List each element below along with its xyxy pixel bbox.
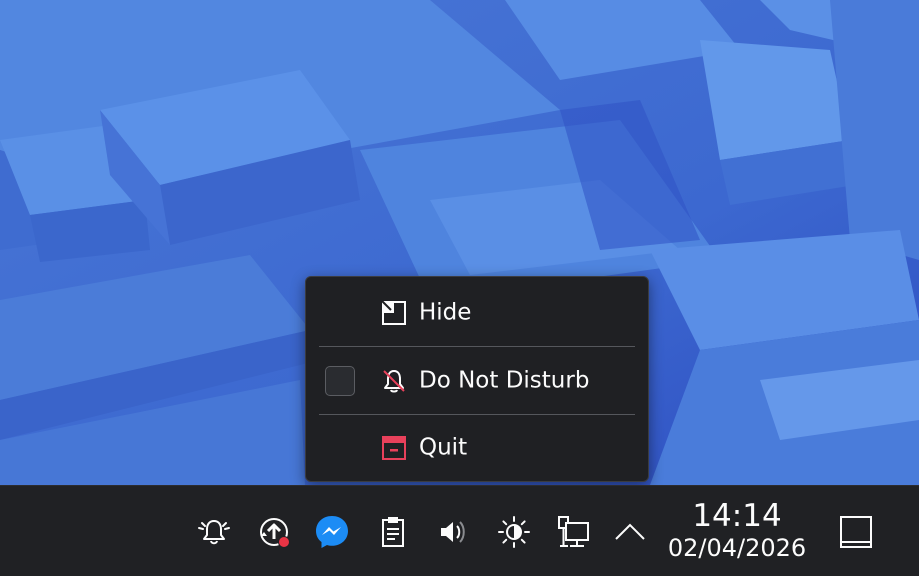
clipboard-icon[interactable] bbox=[373, 512, 413, 552]
quit-application-icon bbox=[380, 434, 408, 462]
bell-off-icon bbox=[380, 367, 408, 395]
hide-window-icon bbox=[380, 299, 408, 327]
clock-date: 02/04/2026 bbox=[667, 534, 807, 562]
taskbar-panel: 14:14 02/04/2026 bbox=[0, 485, 919, 576]
show-desktop-icon[interactable] bbox=[836, 512, 876, 552]
tray-context-menu: Hide Do Not Disturb Quit bbox=[305, 276, 649, 482]
menu-item-label: Quit bbox=[419, 434, 468, 461]
menu-item-quit[interactable]: Quit bbox=[306, 420, 648, 476]
menu-item-label: Do Not Disturb bbox=[419, 367, 590, 394]
menu-item-hide[interactable]: Hide bbox=[306, 285, 648, 341]
menu-item-do-not-disturb[interactable]: Do Not Disturb bbox=[306, 353, 648, 409]
menu-item-label: Hide bbox=[419, 299, 472, 326]
do-not-disturb-checkbox[interactable] bbox=[325, 366, 355, 396]
volume-icon[interactable] bbox=[433, 512, 473, 552]
menu-separator bbox=[319, 414, 635, 415]
clock-time: 14:14 bbox=[692, 498, 782, 534]
network-icon[interactable] bbox=[554, 512, 594, 552]
messenger-icon[interactable] bbox=[312, 512, 352, 552]
update-available-icon[interactable] bbox=[254, 512, 294, 552]
notifications-bell-icon[interactable] bbox=[194, 512, 234, 552]
menu-separator bbox=[319, 346, 635, 347]
show-hidden-icons-chevron-icon[interactable] bbox=[610, 512, 650, 552]
digital-clock[interactable]: 14:14 02/04/2026 bbox=[662, 498, 812, 562]
brightness-icon[interactable] bbox=[494, 512, 534, 552]
